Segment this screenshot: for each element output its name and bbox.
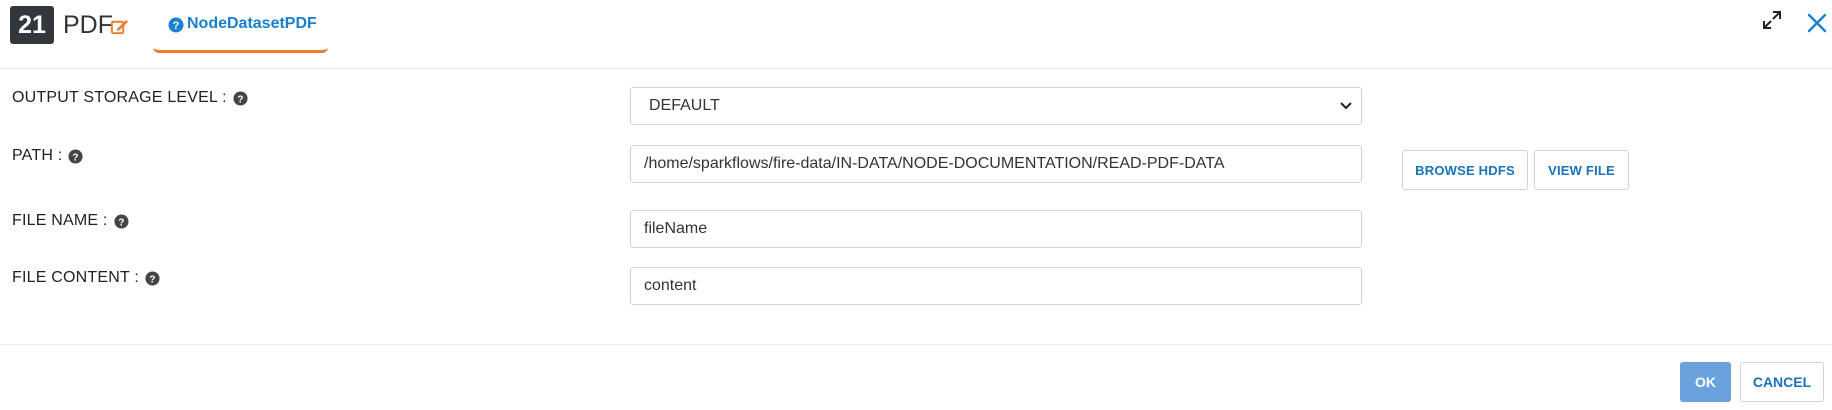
file-content-input[interactable]: content [630,267,1362,305]
expand-icon[interactable] [1762,10,1782,30]
svg-text:?: ? [118,217,124,228]
file-content-value: content [644,277,697,294]
path-label: PATH : [12,147,63,164]
edit-icon[interactable] [110,17,129,36]
node-number-badge: 21 [10,6,54,44]
view-file-button[interactable]: VIEW FILE [1534,150,1629,190]
svg-text:?: ? [73,152,79,163]
svg-text:?: ? [237,94,243,105]
question-circle-icon: ? [168,17,184,33]
cancel-button[interactable]: CANCEL [1740,362,1824,402]
file-content-row-label: FILE CONTENT : ? [12,268,160,288]
file-name-input[interactable]: fileName [630,210,1362,248]
file-name-row-label: FILE NAME : ? [12,211,129,231]
path-row-label: PATH : ? [12,146,83,166]
file-content-label: FILE CONTENT : [12,269,139,286]
tab-label: NodeDatasetPDF [187,15,317,32]
dialog-header: 21 PDF ? NodeDatasetPDF [0,0,1832,69]
svg-text:?: ? [149,274,155,285]
path-value: /home/sparkflows/fire-data/IN-DATA/NODE-… [644,155,1225,172]
chevron-down-icon [1340,102,1352,110]
ok-button[interactable]: OK [1680,362,1731,402]
footer-divider [0,344,1832,345]
svg-text:?: ? [173,20,180,32]
question-circle-icon[interactable]: ? [68,148,83,164]
browse-hdfs-button[interactable]: BROWSE HDFS [1402,150,1528,190]
output-storage-level-row-label: OUTPUT STORAGE LEVEL : ? [12,88,248,108]
output-storage-level-label: OUTPUT STORAGE LEVEL : [12,89,227,106]
output-storage-level-select[interactable]: DEFAULT [630,87,1362,125]
node-title: PDF [63,11,113,39]
question-circle-icon[interactable]: ? [145,270,160,286]
question-circle-icon[interactable]: ? [233,90,248,106]
tab-node-dataset-pdf[interactable]: ? NodeDatasetPDF [153,0,328,53]
question-circle-icon[interactable]: ? [114,213,129,229]
file-name-label: FILE NAME : [12,212,108,229]
close-icon[interactable] [1806,12,1828,34]
path-input[interactable]: /home/sparkflows/fire-data/IN-DATA/NODE-… [630,145,1362,183]
output-storage-level-value: DEFAULT [649,97,720,114]
file-name-value: fileName [644,220,708,237]
